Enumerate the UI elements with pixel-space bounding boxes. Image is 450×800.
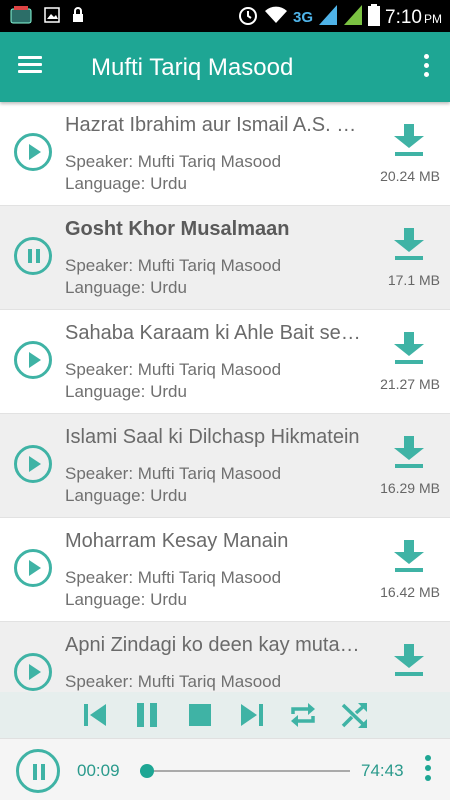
list-item[interactable]: Islami Saal ki Dilchasp Hikmatein Speaker… <box>0 414 450 518</box>
hamburger-menu-icon[interactable] <box>18 52 50 82</box>
page-title: Mufti Tariq Masood <box>91 54 294 81</box>
play-button[interactable] <box>14 549 52 587</box>
alarm-icon <box>237 4 259 31</box>
list-item[interactable]: Apni Zindagi ko deen kay mutabiq Speaker:… <box>0 622 450 692</box>
status-bar: 3G 7:10 PM <box>0 0 450 32</box>
app-bar: Mufti Tariq Masood <box>0 32 450 102</box>
pause-button[interactable] <box>14 237 52 275</box>
track-language: Language: Urdu <box>65 382 187 401</box>
file-size: 21.27 MB <box>380 376 440 392</box>
track-title: Islami Saal ki Dilchasp Hikmatein <box>65 426 360 448</box>
more-vert-icon[interactable] <box>418 52 434 82</box>
play-button[interactable] <box>14 133 52 171</box>
play-button[interactable] <box>14 445 52 483</box>
track-speaker: Speaker: Mufti Tariq Masood <box>65 152 282 171</box>
list-item[interactable]: Moharram Kesay Manain Speaker: Mufti Tari… <box>0 518 450 622</box>
download-icon[interactable] <box>392 436 426 472</box>
track-language: Language: Urdu <box>65 174 187 193</box>
lock-icon <box>72 7 84 28</box>
signal-icon <box>318 4 338 31</box>
download-icon[interactable] <box>392 540 426 576</box>
track-speaker: Speaker: Mufti Tariq Masood <box>65 568 282 587</box>
track-title: Apni Zindagi ko deen kay mutabiq <box>65 634 365 656</box>
download-icon[interactable] <box>392 332 426 368</box>
play-icon <box>29 664 41 680</box>
track-title: Hazrat Ibrahim aur Ismail A.S. ki Qurban… <box>65 114 365 136</box>
stop-icon[interactable] <box>185 700 215 730</box>
track-speaker: Speaker: Mufti Tariq Masood <box>65 672 282 691</box>
wifi-icon <box>264 5 288 30</box>
status-time: 7:10 PM <box>385 6 442 28</box>
file-size: 16.42 MB <box>380 584 440 600</box>
list-item[interactable]: Sahaba Karaam ki Ahle Bait se Mohabbat Sp… <box>0 310 450 414</box>
skip-next-icon[interactable] <box>237 700 267 730</box>
file-size: 17.1 MB <box>387 272 440 288</box>
download-icon[interactable] <box>392 124 426 160</box>
track-title: Sahaba Karaam ki Ahle Bait se Mohabbat <box>65 322 365 344</box>
track-language: Language: Urdu <box>65 486 187 505</box>
play-icon <box>29 144 41 160</box>
play-icon <box>29 352 41 368</box>
shuffle-icon[interactable] <box>340 700 370 730</box>
track-title: Gosht Khor Musalmaan <box>65 218 290 240</box>
list-item[interactable]: Hazrat Ibrahim aur Ismail A.S. ki Qurban… <box>0 102 450 206</box>
pause-icon <box>32 764 46 780</box>
pause-icon <box>27 249 41 263</box>
total-time: 74:43 <box>361 761 404 780</box>
image-icon <box>44 7 60 28</box>
download-icon[interactable] <box>392 228 426 264</box>
network-type: 3G <box>293 9 314 26</box>
play-icon <box>29 560 41 576</box>
track-speaker: Speaker: Mufti Tariq Masood <box>65 360 282 379</box>
track-list: Hazrat Ibrahim aur Ismail A.S. ki Qurban… <box>0 102 450 692</box>
pause-icon[interactable] <box>132 700 162 730</box>
app-notification-icon <box>10 6 32 29</box>
track-title: Moharram Kesay Manain <box>65 530 289 552</box>
seek-thumb[interactable] <box>140 764 155 778</box>
download-icon[interactable] <box>392 644 426 680</box>
track-language: Language: Urdu <box>65 590 187 609</box>
file-size: 16.29 MB <box>380 480 440 496</box>
pause-button[interactable] <box>16 749 60 793</box>
player-controls <box>0 692 450 738</box>
more-vert-icon[interactable] <box>422 755 434 787</box>
track-speaker: Speaker: Mufti Tariq Masood <box>65 256 282 275</box>
seek-bar[interactable] <box>140 764 350 778</box>
battery-icon <box>368 4 381 31</box>
track-language: Language: Urdu <box>65 278 187 297</box>
current-time: 00:09 <box>77 761 120 780</box>
play-button[interactable] <box>14 341 52 379</box>
signal-icon <box>343 4 363 31</box>
repeat-icon[interactable] <box>288 700 318 730</box>
track-speaker: Speaker: Mufti Tariq Masood <box>65 464 282 483</box>
skip-previous-icon[interactable] <box>80 700 110 730</box>
play-button[interactable] <box>14 653 52 691</box>
file-size: 20.24 MB <box>380 168 440 184</box>
list-item[interactable]: Gosht Khor Musalmaan Speaker: Mufti Tariq… <box>0 206 450 310</box>
play-icon <box>29 456 41 472</box>
now-playing-bar: 00:09 74:43 <box>0 738 450 800</box>
